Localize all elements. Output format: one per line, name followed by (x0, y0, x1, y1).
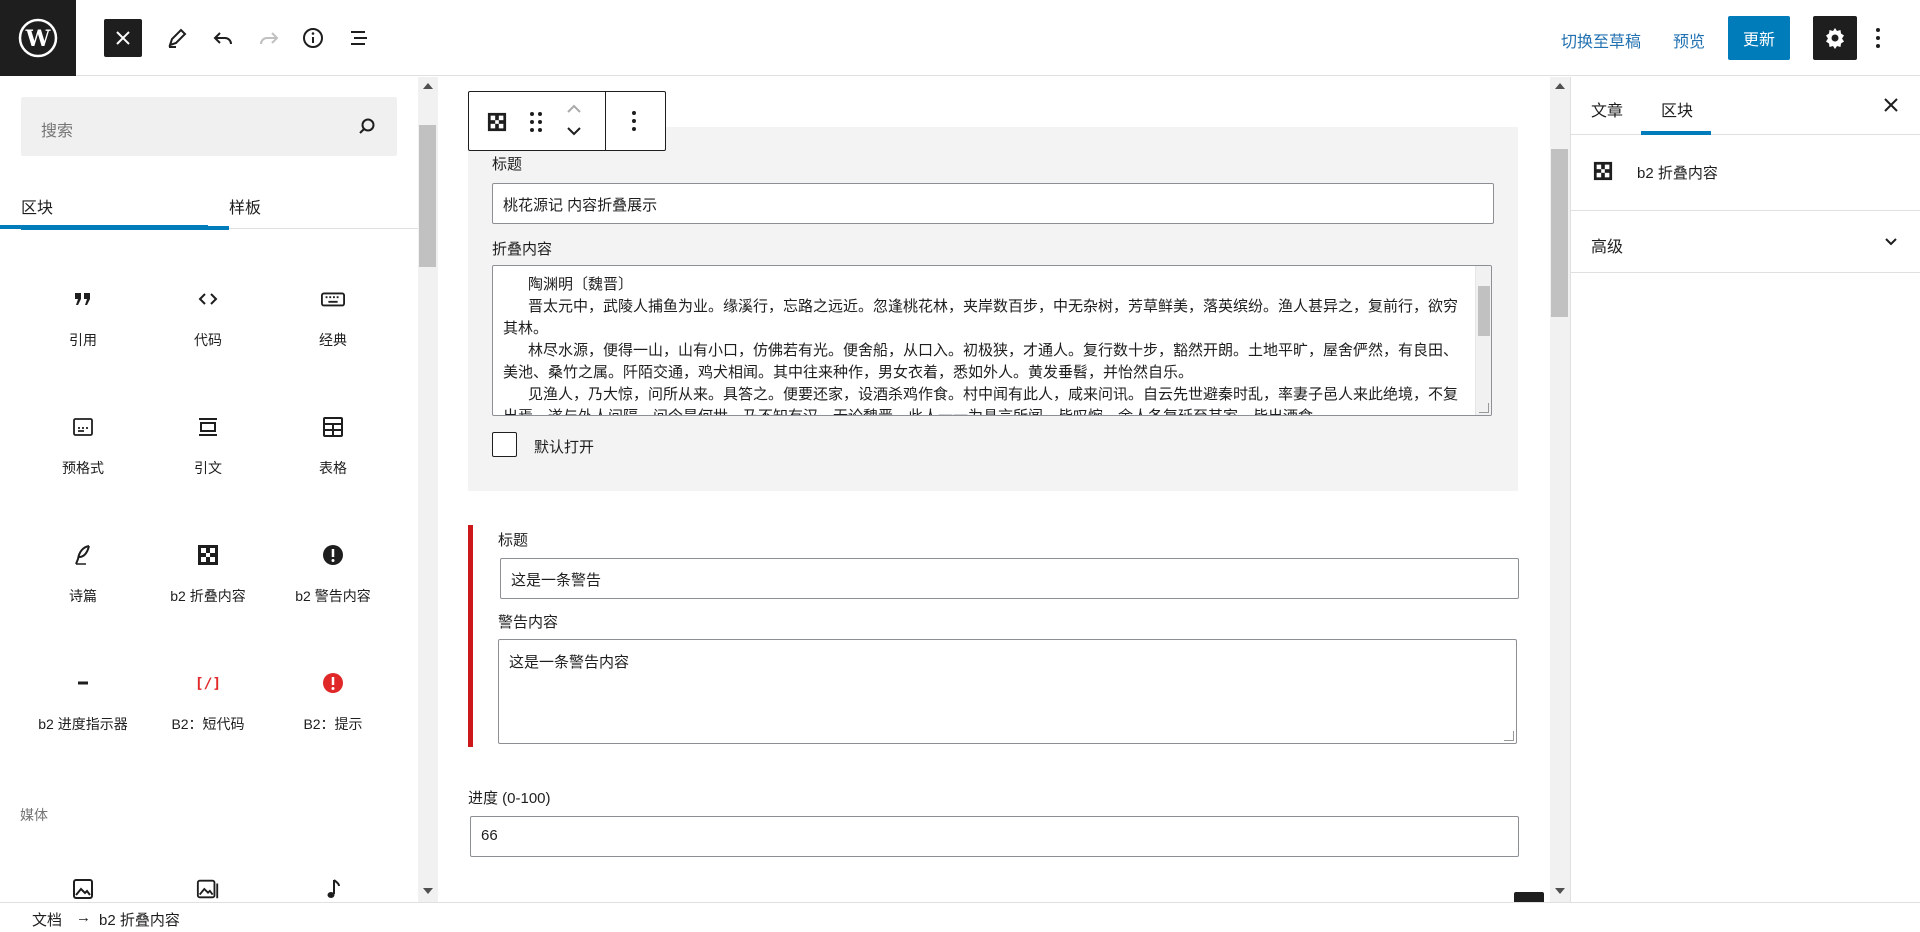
progress-label: 进度 (0-100) (468, 790, 551, 807)
close-icon[interactable] (1881, 95, 1901, 115)
tab-blocks[interactable]: 区块 (21, 180, 229, 230)
editor-canvas: 标题 桃花源记 内容折叠展示 折叠内容 陶渊明〔魏晋〕 晋太元中，武陵人捕鱼为业… (438, 77, 1550, 902)
gallery-icon (196, 877, 220, 901)
shortcode-icon: [/] (196, 671, 220, 695)
advanced-panel-toggle[interactable]: 高级 (1571, 210, 1920, 273)
advanced-label: 高级 (1591, 239, 1624, 256)
move-down-icon[interactable] (565, 124, 583, 138)
block-options-icon[interactable] (631, 110, 637, 132)
resize-handle[interactable] (1504, 731, 1514, 741)
redo-icon[interactable] (250, 19, 288, 57)
sidebar-tabs: 文章 区块 (1571, 77, 1920, 135)
grid-icon (196, 543, 220, 567)
fold-title-label: 标题 (492, 156, 523, 173)
fold-content-text: 陶渊明〔魏晋〕 晋太元中，武陵人捕鱼为业。缘溪行，忘路之远近。忽逢桃花林，夹岸数… (503, 276, 1459, 415)
search-placeholder: 搜索 (41, 123, 74, 140)
preformatted-icon (71, 415, 95, 439)
minus-icon (71, 671, 95, 695)
block-code[interactable]: 代码 (145, 275, 271, 385)
block-quote[interactable]: 引用 (20, 275, 146, 385)
tab-patterns[interactable]: 样板 (229, 180, 261, 229)
tab-block[interactable]: 区块 (1661, 97, 1693, 121)
resize-handle[interactable] (1479, 403, 1489, 413)
edit-pencil-icon[interactable] (158, 19, 196, 57)
block-inserter-panel: 搜索 区块 样板 引用 代码 经典 预格式 引文 表格 诗篇 b2 折叠内容 b… (0, 77, 418, 902)
editor-scrollbar[interactable] (1550, 77, 1570, 902)
search-icon (359, 118, 375, 134)
inserter-tabs: 区块 样板 (0, 180, 418, 230)
fold-title-input[interactable]: 桃花源记 内容折叠展示 (492, 183, 1494, 224)
undo-icon[interactable] (204, 19, 242, 57)
verse-icon (71, 543, 95, 567)
grid-icon (1593, 161, 1613, 181)
default-open-label: 默认打开 (534, 439, 595, 456)
textarea-scrollbar[interactable] (1475, 266, 1491, 415)
block-b2-progress[interactable]: b2 进度指示器 (20, 659, 146, 769)
block-audio[interactable] (270, 865, 396, 902)
warning-title-label: 标题 (498, 532, 529, 549)
tab-post[interactable]: 文章 (1591, 97, 1623, 121)
breadcrumb-current-block[interactable]: b2 折叠内容 (99, 909, 180, 930)
breadcrumb-document[interactable]: 文档 (32, 909, 62, 930)
warning-content-label: 警告内容 (498, 614, 559, 631)
progress-input[interactable]: 66 (470, 816, 1519, 857)
block-b2-alert[interactable]: B2：提示 (270, 659, 396, 769)
fold-content-label: 折叠内容 (492, 241, 553, 258)
block-preformatted[interactable]: 预格式 (20, 403, 146, 513)
breadcrumb-separator: → (76, 909, 91, 926)
block-card: b2 折叠内容 (1593, 157, 1903, 197)
settings-gear-icon[interactable] (1813, 16, 1857, 60)
warning-title-input[interactable]: 这是一条警告 (500, 558, 1519, 599)
quote-icon (71, 287, 95, 311)
block-table[interactable]: 表格 (270, 403, 396, 513)
svg-text:[/]: [/] (196, 675, 220, 692)
category-media-label: 媒体 (20, 807, 48, 823)
warning-icon (321, 543, 345, 567)
switch-to-draft-link[interactable]: 切换至草稿 (1561, 28, 1641, 52)
default-open-checkbox[interactable] (492, 432, 517, 457)
block-verse[interactable]: 诗篇 (20, 531, 146, 641)
block-gallery[interactable] (145, 865, 271, 902)
block-search-input[interactable]: 搜索 (21, 97, 397, 156)
block-b2-shortcode[interactable]: [/] B2：短代码 (145, 659, 271, 769)
block-b2-warning[interactable]: b2 警告内容 (270, 531, 396, 641)
wordpress-logo-icon[interactable]: W (0, 0, 76, 76)
block-toolbar (468, 91, 666, 151)
block-b2-fold[interactable]: b2 折叠内容 (145, 531, 271, 641)
pullquote-icon (196, 415, 220, 439)
block-classic[interactable]: 经典 (270, 275, 396, 385)
inserter-scrollbar[interactable] (418, 77, 438, 902)
music-note-icon (321, 877, 345, 901)
svg-text:W: W (25, 26, 51, 52)
warning-content-textarea[interactable]: 这是一条警告内容 (498, 639, 1517, 744)
b2-fold-block[interactable]: 标题 桃花源记 内容折叠展示 折叠内容 陶渊明〔魏晋〕 晋太元中，武陵人捕鱼为业… (468, 127, 1518, 491)
settings-sidebar: 文章 区块 b2 折叠内容 高级 (1570, 77, 1920, 902)
image-icon (71, 877, 95, 901)
warning-accent-bar (468, 525, 473, 747)
update-button[interactable]: 更新 (1728, 16, 1790, 60)
more-options-icon[interactable] (1866, 24, 1890, 52)
keyboard-icon (321, 287, 345, 311)
move-up-icon[interactable] (565, 102, 583, 116)
list-view-icon[interactable] (340, 19, 378, 57)
fold-content-textarea[interactable]: 陶渊明〔魏晋〕 晋太元中，武陵人捕鱼为业。缘溪行，忘路之远近。忽逢桃花林，夹岸数… (492, 265, 1492, 416)
block-card-title: b2 折叠内容 (1637, 165, 1718, 182)
warning-content-text: 这是一条警告内容 (509, 654, 630, 671)
block-image[interactable] (20, 865, 146, 902)
chevron-down-icon (1885, 238, 1897, 246)
breadcrumb: 文档 → b2 折叠内容 (0, 902, 1920, 932)
info-icon[interactable] (294, 19, 332, 57)
alert-icon (321, 671, 345, 695)
drag-handle-icon[interactable] (529, 111, 543, 133)
table-icon (321, 415, 345, 439)
grid-icon[interactable] (487, 112, 507, 132)
close-inserter-button[interactable] (104, 19, 142, 57)
block-pullquote[interactable]: 引文 (145, 403, 271, 513)
code-icon (196, 287, 220, 311)
preview-link[interactable]: 预览 (1673, 28, 1705, 52)
top-toolbar: W 切换至草稿 预览 更新 (0, 0, 1920, 76)
